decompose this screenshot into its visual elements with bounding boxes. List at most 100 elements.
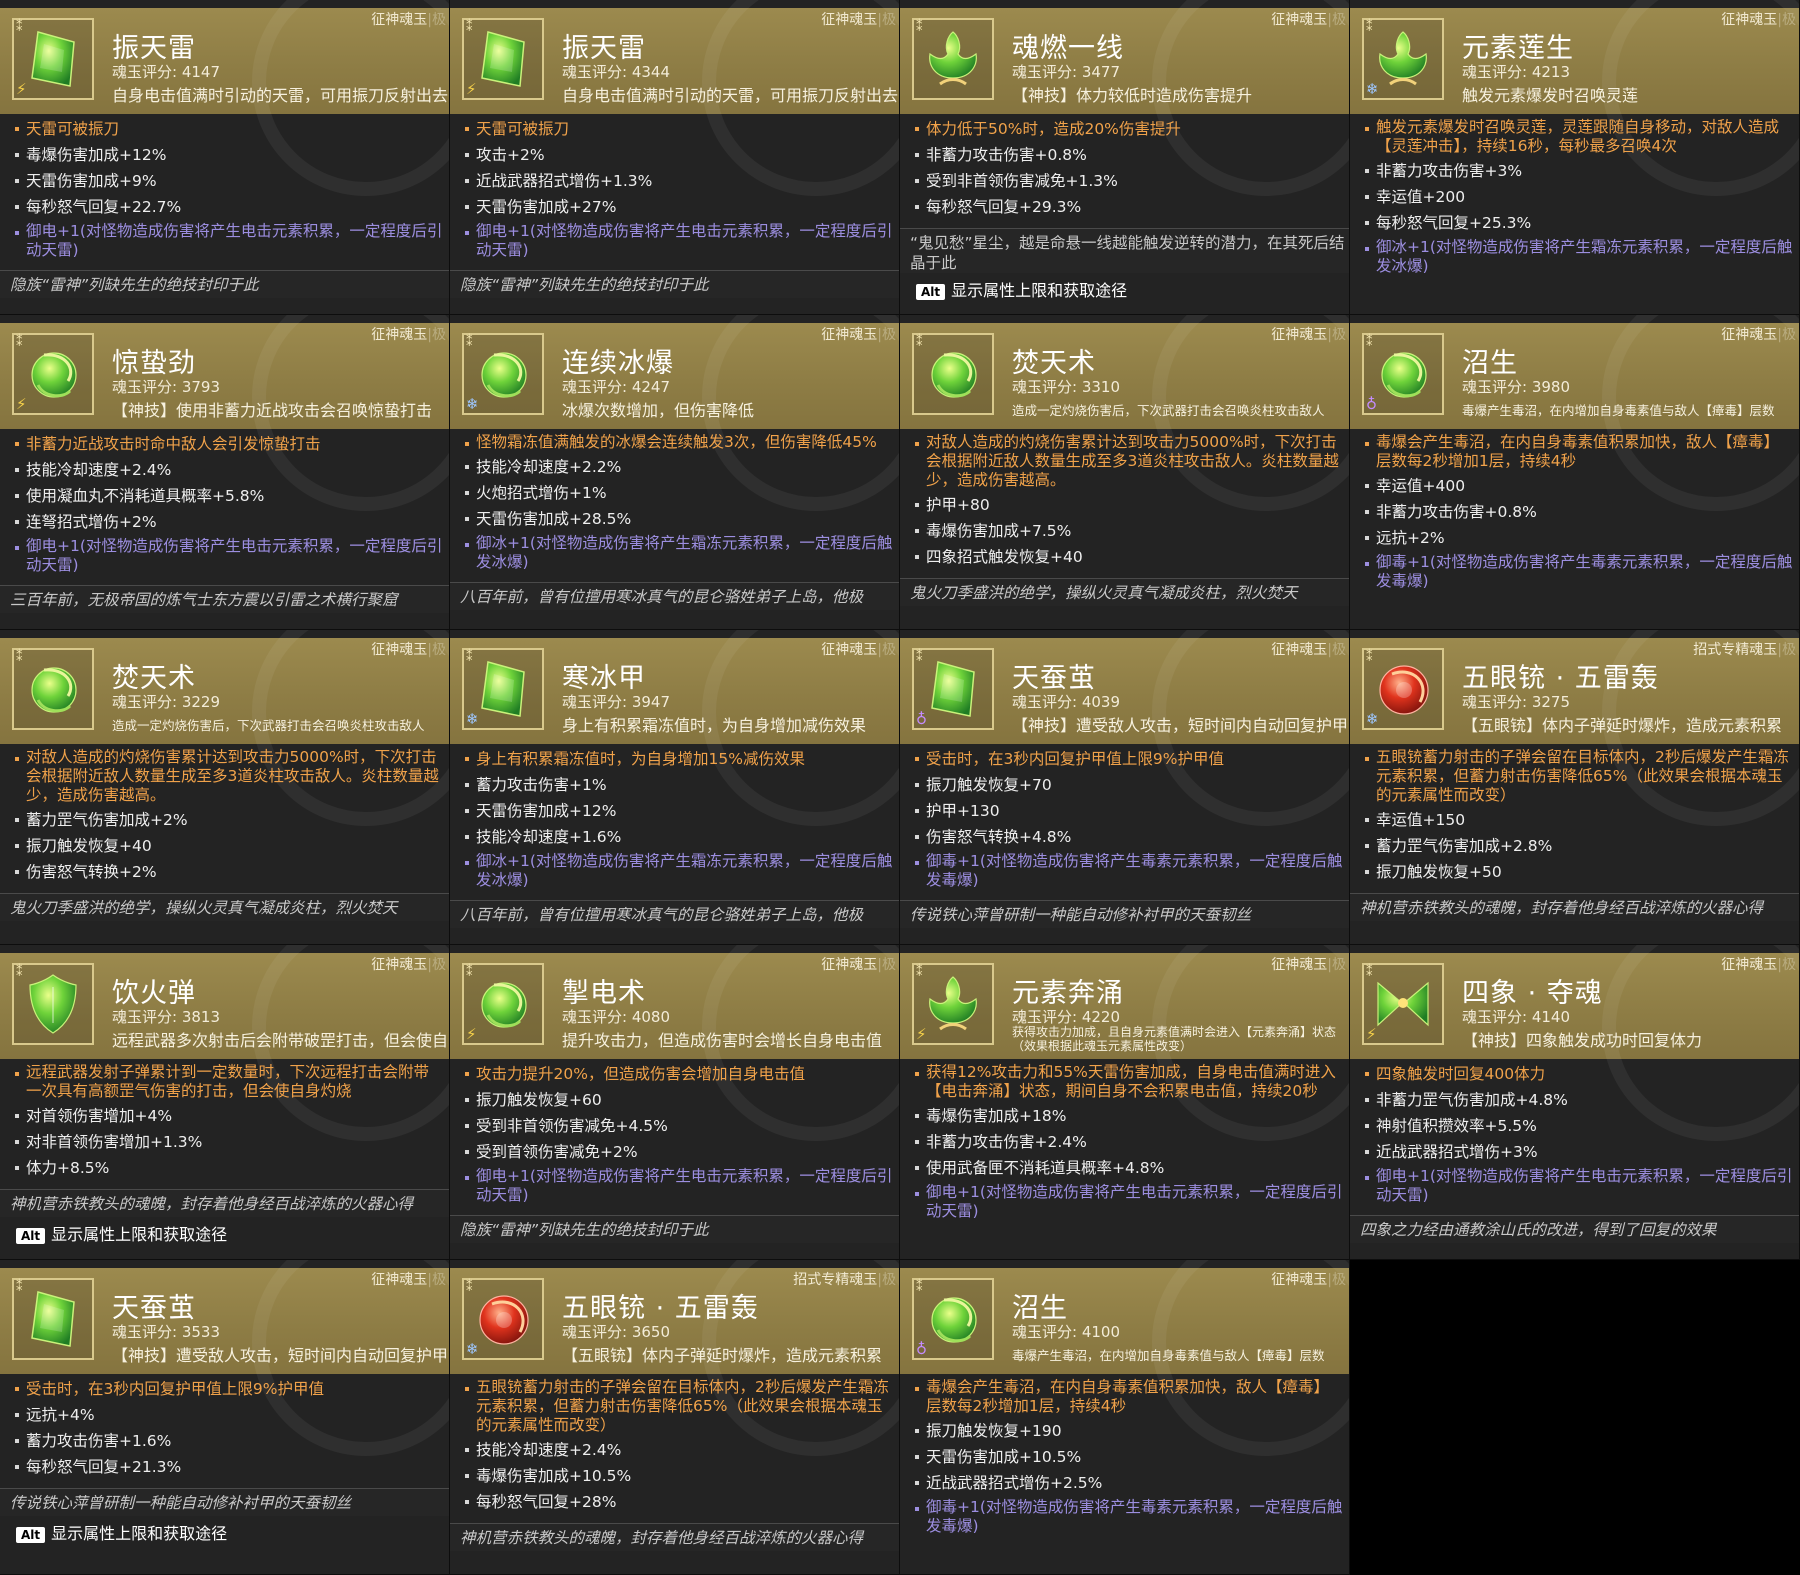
soul-jade-card[interactable]: 征神魂玉|极 ⁑ ❄ 连续冰爆 魂玉评分: 4247 冰爆次数增加，但伤害降低 怪物霜冻值满… [450,315,900,630]
flavor-text: 隐族“雷神”列缺先生的绝技封印于此 [450,1215,899,1243]
attribute-item: 毒爆伤害加成+7.5% [912,520,1344,542]
jade-type-label: 征神魂玉 [1271,327,1328,343]
card-header: 征神魂玉|极 ⁑ 饮火弹 魂玉评分: 3813 远程武器多次射击后会附带破罡打击，但会使… [0,945,449,1141]
jade-score: 魂玉评分: 4140 [1462,1008,1570,1026]
frame-corner-icon: ⁑ [916,650,923,665]
card-header: 征神魂玉|极 ⁑ 天蚕茧 魂玉评分: 3533 【神技】遭受敌人攻击，短时间内自动回复护… [0,1260,449,1456]
attribute-item: 每秒怒气回复+21.3% [12,1456,444,1478]
jade-type-tag: 征神魂玉|极 [1271,1269,1346,1289]
alt-key[interactable]: Alt [916,284,946,300]
flavor-text: 隐族“雷神”列缺先生的绝技封印于此 [0,270,449,298]
attribute-item: 天雷伤害加成+10.5% [912,1446,1344,1468]
attribute-list: 怪物霜冻值满触发的冰爆会连续触发3次，但伤害降低45% 技能冷却速度+2.2% 火炮… [462,433,894,576]
soul-jade-card[interactable]: 征神魂玉|极 ⁑ ⚡ 元素奔涌 魂玉评分: 4220 获得攻击力加成，且自身元素值满时会进… [900,945,1350,1260]
element-attribute: 御电+1(对怪物造成伤害将产生电击元素积累，一定程度后引动天雷) [12,537,444,575]
soul-jade-card[interactable]: 征神魂玉|极 ⁑ ⚡ 四象 · 夺魂 魂玉评分: 4140 【神技】四象触发成功时回复体力… [1350,945,1800,1260]
jade-description: 自身电击值满时引动的天雷，可用振刀反射出去 [112,86,448,105]
soul-jade-card[interactable]: 征神魂玉|极 ⁑ 天蚕茧 魂玉评分: 3533 【神技】遭受敌人攻击，短时间内自动回复护… [0,1260,450,1575]
element-attribute: 御冰+1(对怪物造成伤害将产生霜冻元素积累，一定程度后触发冰爆) [1362,238,1794,276]
poison-icon: ♁ [916,1340,927,1358]
flavor-text: 神机营赤铁教头的魂魄，封存着他身经百战淬炼的火器心得 [0,1189,449,1217]
main-effect: 对敌人造成的灼烧伤害累计达到攻击力5000%时，下次打击会根据附近敌人数量生成至… [912,433,1344,490]
main-effect: 非蓄力近战攻击时命中敌人会引发惊蛰打击 [12,433,444,455]
soul-jade-card[interactable]: 征神魂玉|极 ⁑ ⚡ 振天雷 魂玉评分: 4147 自身电击值满时引动的天雷，可用振刀反射… [0,0,450,315]
frame-corner-icon: ⁑ [466,20,473,35]
card-header: 征神魂玉|极 ⁑ 焚天术 魂玉评分: 3310 造成一定灼烧伤害后，下次武器打击会召唤炎… [900,315,1349,511]
soul-jade-card[interactable]: 征神魂玉|极 ⁑ 饮火弹 魂玉评分: 3813 远程武器多次射击后会附带破罡打击，但会使… [0,945,450,1260]
attribute-list: 毒爆会产生毒沼，在内自身毒素值积累加快，敌人【瘴毒】层数每2秒增加1层，持续4秒… [912,1378,1344,1540]
frame-corner-icon: ⁑ [916,335,923,350]
soul-jade-card[interactable]: 征神魂玉|极 ⁑ ♁ 沼生 魂玉评分: 4100 毒爆产生毒沼，在内增加自身毒素值与敌人【… [900,1260,1350,1575]
attribute-item: 毒爆伤害加成+12% [12,144,444,166]
jade-grade-label: 极 [1332,957,1346,973]
soul-jade-card[interactable]: 征神魂玉|极 ⁑ ⚡ 振天雷 魂玉评分: 4344 自身电击值满时引动的天雷，可用振刀反射… [450,0,900,315]
attribute-item: 护甲+80 [912,494,1344,516]
lightning-icon: ⚡ [1366,1025,1377,1043]
card-header: 征神魂玉|极 ⁑ 焚天术 魂玉评分: 3229 造成一定灼烧伤害后，下次武器打击会召唤炎… [0,630,449,826]
soul-jade-card[interactable]: 征神魂玉|极 ⁑ 焚天术 魂玉评分: 3229 造成一定灼烧伤害后，下次武器打击会召唤炎… [0,630,450,945]
attribute-item: 非蓄力攻击伤害+3% [1362,160,1794,182]
soul-jade-card[interactable]: 招式专精魂玉|极 ⁑ ❄ 五眼铳 · 五雷轰 魂玉评分: 3650 【五眼铳】体内子弹延时… [450,1260,900,1575]
attribute-list: 受击时，在3秒内回复护甲值上限9%护甲值 远抗+4% 蓄力攻击伤害+1.6% 每秒怒气… [12,1378,444,1482]
jade-type-label: 征神魂玉 [1271,957,1328,973]
alt-key[interactable]: Alt [16,1228,46,1244]
jade-type-label: 征神魂玉 [371,12,428,28]
attribute-item: 近战武器招式增伤+1.3% [462,170,894,192]
card-header: 征神魂玉|极 ⁑ ⚡ 振天雷 魂玉评分: 4147 自身电击值满时引动的天雷，可用振刀反射… [0,0,449,196]
jade-icon-frame: ⁑ ❄ [462,648,544,730]
alt-key[interactable]: Alt [16,1527,46,1543]
flavor-text: 传说铁心萍曾研制一种能自动修补衬甲的天蚕韧丝 [0,1488,449,1516]
jade-icon-frame: ⁑ [12,648,94,730]
attribute-item: 技能冷却速度+2.2% [462,456,894,478]
soul-jade-card[interactable]: 征神魂玉|极 ⁑ ❄ 元素莲生 魂玉评分: 4213 触发元素爆发时召唤灵莲 触发元素爆发时… [1350,0,1800,315]
element-attribute: 御冰+1(对怪物造成伤害将产生霜冻元素积累，一定程度后触发冰爆) [462,534,894,572]
attribute-item: 每秒怒气回复+25.3% [1362,212,1794,234]
soul-jade-card[interactable]: 征神魂玉|极 ⁑ ♁ 沼生 魂玉评分: 3980 毒爆产生毒沼，在内增加自身毒素值与敌人【… [1350,315,1800,630]
soul-jade-card[interactable]: 征神魂玉|极 ⁑ 魂燃一线 魂玉评分: 3477 【神技】体力较低时造成伤害提升 体力低于… [900,0,1350,315]
jade-grade-label: 极 [1332,642,1346,658]
alt-hint[interactable]: Alt 显示属性上限和获取途径 [16,1221,228,1244]
jade-grade-label: 极 [432,12,446,28]
jade-description: 【神技】体力较低时造成伤害提升 [1012,86,1253,105]
frame-corner-icon: ⁑ [916,965,923,980]
jade-icon-frame: ⁑ ⚡ [462,963,544,1045]
card-header: 征神魂玉|极 ⁑ ⚡ 掣电术 魂玉评分: 4080 提升攻击力，但造成伤害时会增长自身电击… [450,945,899,1141]
jade-description: 自身电击值满时引动的天雷，可用振刀反射出去 [562,86,898,105]
soul-jade-card[interactable]: 征神魂玉|极 ⁑ ⚡ 惊蛰劲 魂玉评分: 3793 【神技】使用非蓄力近战攻击会召唤惊蛰打… [0,315,450,630]
soul-jade-card[interactable]: 招式专精魂玉|极 ⁑ ❄ 五眼铳 · 五雷轰 魂玉评分: 3275 【五眼铳】体内子弹延时… [1350,630,1800,945]
soul-jade-card[interactable]: 征神魂玉|极 ⁑ ❄ 寒冰甲 魂玉评分: 3947 身上有积累霜冻值时，为自身增加减伤效果… [450,630,900,945]
jade-icon-frame: ⁑ ♁ [912,648,994,730]
alt-hint[interactable]: Alt 显示属性上限和获取途径 [16,1520,228,1543]
soul-jade-card[interactable]: 征神魂玉|极 ⁑ ⚡ 掣电术 魂玉评分: 4080 提升攻击力，但造成伤害时会增长自身电击… [450,945,900,1260]
jade-score: 魂玉评分: 3477 [1012,63,1120,81]
card-header: 征神魂玉|极 ⁑ 魂燃一线 魂玉评分: 3477 【神技】体力较低时造成伤害提升 [900,0,1349,196]
jade-score: 魂玉评分: 3813 [112,1008,220,1026]
card-header: 征神魂玉|极 ⁑ ❄ 元素莲生 魂玉评分: 4213 触发元素爆发时召唤灵莲 [1350,0,1799,196]
frame-corner-icon: ⁑ [1366,650,1373,665]
jade-grade-label: 极 [882,1272,896,1288]
card-header: 征神魂玉|极 ⁑ ♁ 沼生 魂玉评分: 3980 毒爆产生毒沼，在内增加自身毒素值与敌人【… [1350,315,1799,511]
attribute-item: 振刀触发恢复+70 [912,774,1344,796]
frost-icon: ❄ [1366,710,1379,728]
card-header: 征神魂玉|极 ⁑ ♁ 天蚕茧 魂玉评分: 4039 【神技】遭受敌人攻击，短时间内自动回复… [900,630,1349,826]
alt-hint-label: 显示属性上限和获取途径 [51,1524,228,1543]
soul-jade-card[interactable]: 征神魂玉|极 ⁑ 焚天术 魂玉评分: 3310 造成一定灼烧伤害后，下次武器打击会召唤炎… [900,315,1350,630]
green-jade-icon [31,1291,75,1347]
attribute-item: 毒爆伤害加成+10.5% [462,1465,894,1487]
jade-grade-label: 极 [882,957,896,973]
jade-title: 惊蛰劲 [112,348,196,379]
main-effect: 毒爆会产生毒沼，在内自身毒素值积累加快，敌人【瘴毒】层数每2秒增加1层，持续4秒 [1362,433,1794,471]
card-header: 征神魂玉|极 ⁑ ♁ 沼生 魂玉评分: 4100 毒爆产生毒沼，在内增加自身毒素值与敌人【… [900,1260,1349,1456]
attribute-item: 振刀触发恢复+190 [912,1420,1344,1442]
attribute-item: 对首领伤害增加+4% [12,1105,444,1127]
jade-title: 元素莲生 [1462,33,1574,64]
attribute-list: 五眼铳蓄力射击的子弹会留在目标体内，2秒后爆发产生霜冻元素积累，但蓄力射击伤害降… [462,1378,894,1517]
attribute-item: 受到非首领伤害减免+1.3% [912,170,1344,192]
jade-icon-frame: ⁑ ❄ [462,1278,544,1360]
alt-hint[interactable]: Alt 显示属性上限和获取途径 [916,277,1127,300]
jade-grade-label: 极 [1332,1272,1346,1288]
alt-hint-label: 显示属性上限和获取途径 [51,1225,228,1244]
flavor-text: 鬼火刀季盛洪的绝学，操纵火灵真气凝成炎柱，烈火焚天 [0,893,449,921]
jade-score: 魂玉评分: 4080 [562,1008,670,1026]
soul-jade-card[interactable]: 征神魂玉|极 ⁑ ♁ 天蚕茧 魂玉评分: 4039 【神技】遭受敌人攻击，短时间内自动回复… [900,630,1350,945]
